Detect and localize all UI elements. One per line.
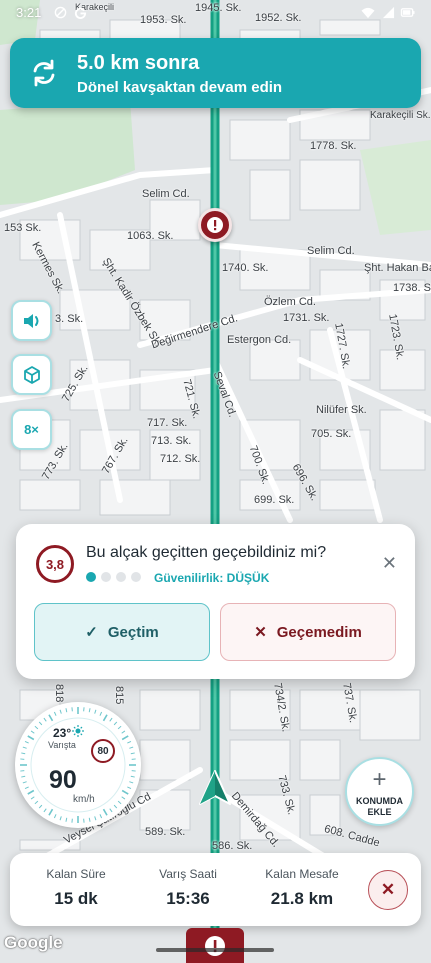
- status-bar: 3:21: [0, 0, 431, 26]
- sound-toggle-button[interactable]: [11, 300, 52, 341]
- battery-icon: [400, 8, 415, 17]
- street-label: 589. Sk.: [145, 826, 186, 838]
- street-label: Estergon Cd.: [227, 334, 292, 346]
- close-icon: ✕: [380, 880, 396, 899]
- navigation-banner[interactable]: 5.0 km sonra Dönel kavşaktan devam edin: [10, 38, 421, 108]
- google-attribution: Google: [4, 933, 63, 952]
- do-not-disturb-icon: [54, 6, 67, 19]
- speedometer: 23° Varışta 80 90 km/h: [15, 702, 141, 828]
- cube-icon: [23, 365, 40, 384]
- street-label: 712. Sk.: [160, 453, 201, 465]
- remaining-distance: Kalan Mesafe 21.8 km: [252, 867, 352, 909]
- street-label: Karakeçili Sk.: [370, 110, 431, 121]
- remaining-distance-value: 21.8 km: [270, 889, 334, 908]
- arrival-time-label: Varış Saati: [159, 867, 217, 881]
- low-bridge-question-card: 3,8 Bu alçak geçitten geçebildiniz mi? ✕…: [16, 524, 415, 679]
- warning-icon: [205, 935, 225, 956]
- street-label: 713. Sk.: [151, 435, 192, 447]
- street-label: Şht. Hakan Ba: [364, 262, 431, 274]
- arrival-temperature: 23°: [53, 726, 72, 740]
- wifi-icon: [361, 7, 375, 19]
- add-location-label: KONUMDA EKLE: [356, 796, 403, 817]
- street-label: 153 Sk.: [4, 222, 42, 234]
- maneuver-distance: 5.0 km sonra: [77, 52, 200, 74]
- remaining-time-label: Kalan Süre: [46, 867, 106, 881]
- reliability-dot: [116, 572, 126, 582]
- speedometer-dial: [20, 707, 136, 823]
- roundabout-icon: [33, 59, 55, 87]
- passed-button-label: Geçtim: [107, 623, 159, 641]
- low-bridge-hazard-marker[interactable]: [198, 208, 232, 242]
- signal-icon: [382, 6, 395, 19]
- speed-limit-sign: 80: [91, 739, 115, 763]
- plus-icon: +: [372, 766, 387, 793]
- 3d-view-button[interactable]: [11, 354, 52, 395]
- reliability-dot: [86, 572, 96, 582]
- x-icon: ✕: [254, 624, 267, 641]
- trip-info-panel: Kalan Süre 15 dk Varış Saati 15:36 Kalan…: [10, 853, 421, 926]
- street-label: 717. Sk.: [147, 417, 188, 429]
- gesture-navigation-bar[interactable]: [156, 948, 274, 952]
- street-label: 1778. Sk.: [310, 140, 357, 152]
- street-label: Selim Cd.: [142, 188, 190, 200]
- remaining-time-value: 15 dk: [54, 889, 98, 908]
- remaining-time: Kalan Süre 15 dk: [26, 867, 126, 909]
- remaining-distance-label: Kalan Mesafe: [265, 867, 339, 881]
- street-label: 1738. Sk.: [393, 282, 431, 294]
- street-label: 1731. Sk.: [283, 312, 330, 324]
- failed-button[interactable]: ✕ Geçemedim: [220, 603, 396, 661]
- street-label: 1063. Sk.: [127, 230, 174, 242]
- current-speed: 90: [49, 766, 77, 794]
- height-limit-badge: 3,8: [36, 545, 74, 583]
- maneuver-instruction: Dönel kavşaktan devam edin: [77, 79, 283, 96]
- reliability-dot: [131, 572, 141, 582]
- warning-icon: [207, 217, 223, 233]
- street-label: 818: [53, 684, 65, 703]
- speed-multiplier-button[interactable]: 8×: [11, 409, 52, 450]
- speed-unit: km/h: [73, 794, 95, 805]
- add-location-button[interactable]: + KONUMDA EKLE: [345, 757, 414, 826]
- arrival-temperature-label: Varışta: [48, 740, 76, 750]
- street-label: 3. Sk.: [55, 313, 84, 325]
- street-label: Nilüfer Sk.: [316, 404, 367, 416]
- street-label: 705. Sk.: [311, 428, 352, 440]
- reliability-dot: [101, 572, 111, 582]
- failed-button-label: Geçemedim: [276, 623, 362, 641]
- current-location-arrow-icon: [199, 770, 231, 805]
- arrival-time: Varış Saati 15:36: [138, 867, 238, 909]
- check-icon: ✓: [85, 624, 98, 641]
- status-time: 3:21: [16, 5, 42, 20]
- speed-multiplier-label: 8×: [24, 422, 39, 437]
- street-label: 586. Sk.: [212, 840, 253, 852]
- close-icon[interactable]: ✕: [382, 554, 397, 572]
- volume-icon: [23, 313, 38, 328]
- street-label: Selim Cd.: [307, 245, 355, 257]
- reliability-label: Güvenilirlik: DÜŞÜK: [154, 571, 270, 585]
- passed-button[interactable]: ✓ Geçtim: [34, 603, 210, 661]
- end-navigation-button[interactable]: ✕: [368, 870, 408, 910]
- street-label: 1740. Sk.: [222, 262, 269, 274]
- question-text: Bu alçak geçitten geçebildiniz mi?: [86, 544, 327, 561]
- street-label: 699. Sk.: [254, 494, 295, 506]
- arrival-time-value: 15:36: [166, 889, 210, 908]
- street-label: Özlem Cd.: [264, 296, 316, 308]
- hazard-alert-tab[interactable]: [186, 928, 244, 963]
- sun-icon: [72, 725, 84, 737]
- google-g-icon: [74, 7, 87, 19]
